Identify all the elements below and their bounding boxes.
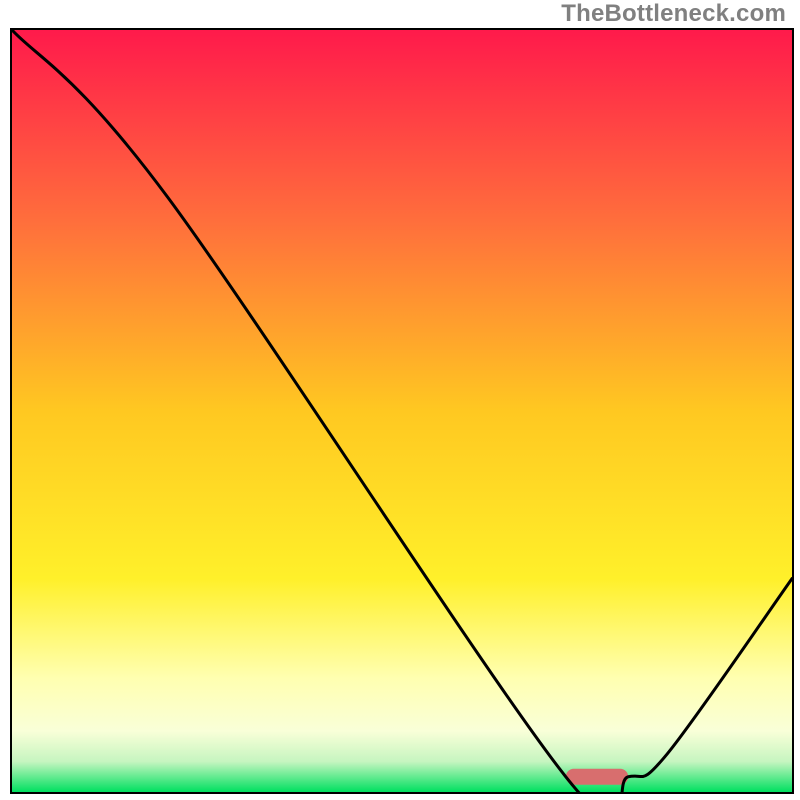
bg-rect: [12, 30, 792, 792]
chart-container: TheBottleneck.com: [0, 0, 800, 800]
trough-marker: [566, 769, 628, 785]
watermark-text: TheBottleneck.com: [561, 0, 786, 28]
chart-svg: [12, 30, 792, 792]
plot-area: [10, 28, 794, 794]
